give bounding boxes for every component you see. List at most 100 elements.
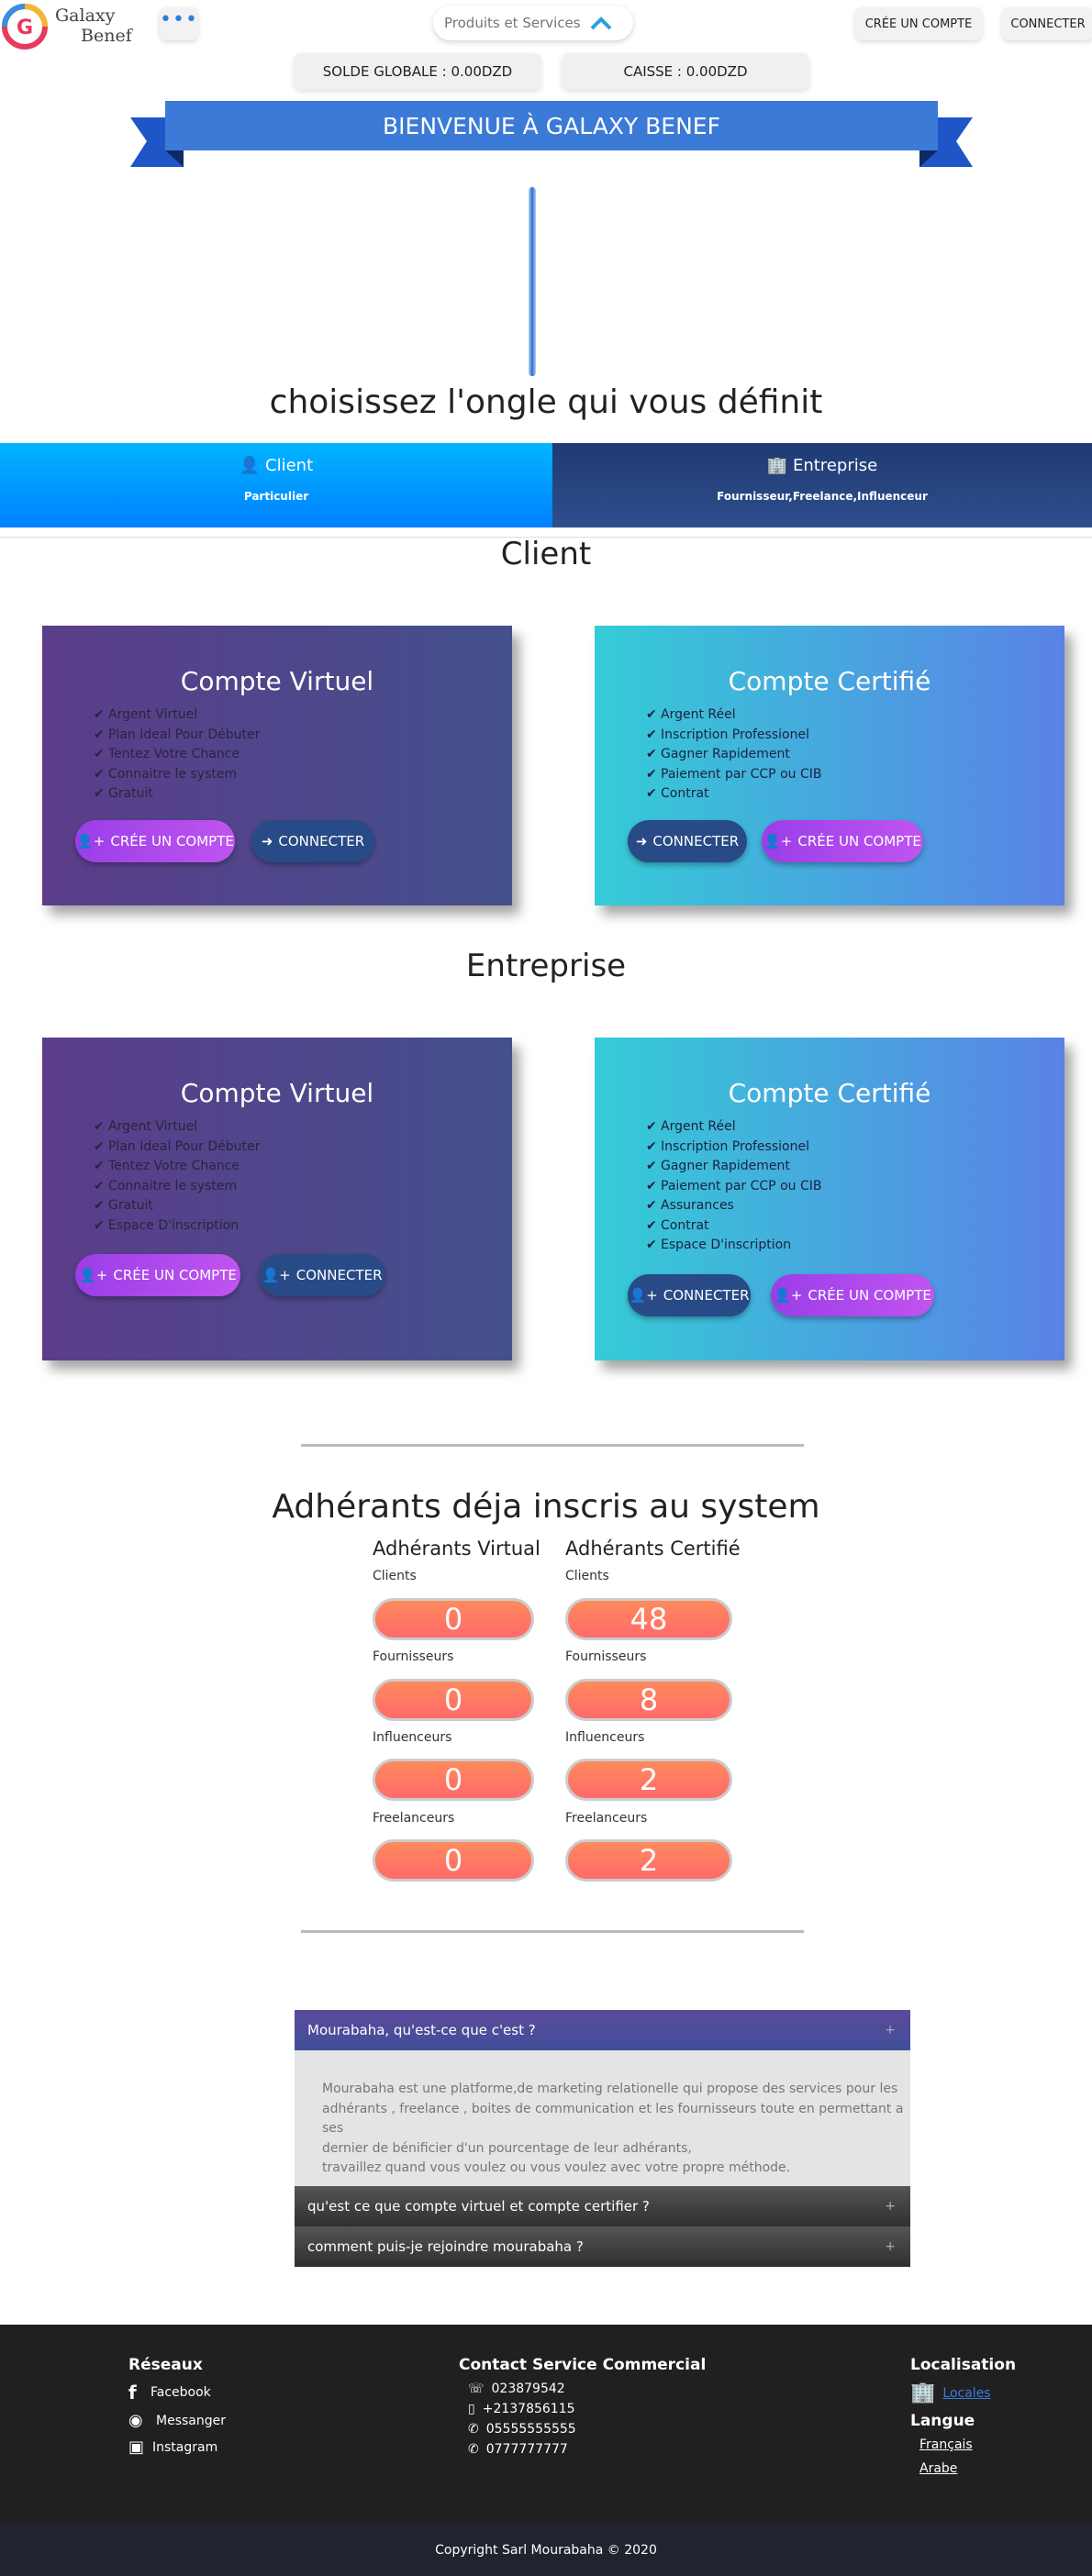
tab-client[interactable]: 👤 Client Particulier <box>0 443 552 527</box>
feature-list: ✔ Argent Virtuel ✔ Plan Ideal Pour Débuter… <box>94 705 512 805</box>
certified-column-title: Adhérants Certifié <box>565 1538 741 1560</box>
list-item: ✔ Tentez Votre Chance <box>94 1157 512 1177</box>
stat-label: Clients <box>565 1569 609 1583</box>
tab-entreprise[interactable]: 🏢 Entreprise Fournisseur,Freelance,Influ… <box>552 443 1092 527</box>
search-bar[interactable] <box>433 6 633 40</box>
instagram-link[interactable]: ▣ Instagram <box>128 2437 226 2457</box>
user-plus-icon: 👤+ <box>262 1267 291 1283</box>
check-icon: ✔ <box>94 766 105 782</box>
plus-icon: + <box>885 2023 896 2037</box>
create-account-button[interactable]: 👤+ CRÉE UN COMPTE <box>75 820 235 862</box>
search-input[interactable] <box>444 15 582 31</box>
list-item: ✔ Inscription Professionel <box>646 726 1064 746</box>
list-item: ✔ Plan Ideal Pour Débuter <box>94 726 512 746</box>
card-entreprise-virtual: Compte Virtuel ✔ Argent Virtuel ✔ Plan Ide… <box>42 1038 512 1360</box>
plus-icon: + <box>885 2239 896 2254</box>
logo[interactable]: G <box>0 2 50 51</box>
svg-text:G: G <box>17 17 33 39</box>
stat-label: Freelanceurs <box>565 1811 648 1826</box>
stat-label: Influenceurs <box>373 1730 452 1745</box>
chevron-up-icon[interactable] <box>589 15 613 31</box>
stat-label: Freelanceurs <box>373 1811 455 1826</box>
check-icon: ✔ <box>94 1119 105 1134</box>
card-client-certified: Compte Certifié ✔ Argent Réel ✔ Inscriptio… <box>595 626 1064 905</box>
fax-icon: ☏ <box>468 2382 485 2396</box>
check-icon: ✔ <box>94 786 105 801</box>
brand-name: Galaxy Benef <box>55 6 132 46</box>
list-item: ✔ Plan Ideal Pour Débuter <box>94 1138 512 1158</box>
create-account-button[interactable]: 👤+ CRÉE UN COMPTE <box>75 1254 240 1296</box>
faq-item-2-header[interactable]: qu'est ce que compte virtuel et compte c… <box>295 2186 910 2226</box>
check-icon: ✔ <box>646 1238 657 1252</box>
user-icon: 👤 <box>239 456 261 475</box>
list-item: ✔ Gagner Rapidement <box>646 745 1064 765</box>
list-item: ✔ Paiement par CCP ou CIB <box>646 1177 1064 1197</box>
feature-list: ✔ Argent Réel ✔ Inscription Professionel ✔… <box>646 1117 1064 1256</box>
virtual-freelancers-count: 0 <box>373 1839 534 1882</box>
list-item: ✔ Argent Virtuel <box>94 705 512 726</box>
divider <box>301 1444 804 1447</box>
user-plus-icon: 👤+ <box>76 833 106 849</box>
check-icon: ✔ <box>646 786 657 801</box>
feature-list: ✔ Argent Réel ✔ Inscription Professionel ✔… <box>646 705 1064 805</box>
faq-item-3-header[interactable]: comment puis-je rejoindre mourabaha ? + <box>295 2226 910 2267</box>
virtual-clients-count: 0 <box>373 1598 534 1640</box>
facebook-link[interactable]: f Facebook <box>128 2382 226 2404</box>
check-icon: ✔ <box>646 707 657 722</box>
check-icon: ✔ <box>94 707 105 722</box>
create-account-button[interactable]: 👤+ CRÉE UN COMPTE <box>762 820 923 862</box>
certified-clients-count: 48 <box>565 1598 732 1640</box>
check-icon: ✔ <box>646 1198 657 1213</box>
section-title-client: Client <box>500 536 592 572</box>
user-plus-icon: 👤+ <box>79 1267 108 1283</box>
footer: Réseaux f Facebook ◉ Messanger ▣ Instagram … <box>0 2325 1092 2525</box>
connect-button[interactable]: 👤+ CONNECTER <box>628 1274 751 1316</box>
list-item: ✔ Paiement par CCP ou CIB <box>646 765 1064 785</box>
check-icon: ✔ <box>94 1217 105 1233</box>
check-icon: ✔ <box>646 766 657 782</box>
connect-button[interactable]: ➜ CONNECTER <box>251 820 374 862</box>
mobile-icon: ▯ <box>468 2402 475 2416</box>
messenger-link[interactable]: ◉ Messanger <box>128 2411 226 2430</box>
list-item: ✔ Connaitre le system <box>94 765 512 785</box>
check-icon: ✔ <box>94 1138 105 1154</box>
lang-fr-link[interactable]: Français <box>919 2437 1016 2452</box>
lang-ar-link[interactable]: Arabe <box>919 2461 1016 2476</box>
check-icon: ✔ <box>646 1119 657 1134</box>
footer-location: Localisation 🏢 Locales Langue Français Ar… <box>910 2356 1017 2476</box>
feature-list: ✔ Argent Virtuel ✔ Plan Ideal Pour Débuter… <box>94 1117 512 1236</box>
whatsapp-item: ✆ 05555555555 <box>468 2422 576 2437</box>
locales-link[interactable]: 🏢 Locales <box>910 2382 1016 2404</box>
stat-label: Clients <box>373 1569 417 1583</box>
global-balance: SOLDE GLOBALE : 0.00DZD <box>294 53 541 90</box>
facebook-icon: f <box>128 2382 137 2404</box>
user-plus-icon: 👤+ <box>629 1287 658 1304</box>
mobile-item: ▯ +2137856115 <box>468 2402 575 2416</box>
stat-label: Fournisseurs <box>373 1649 454 1664</box>
faq-item-1-header[interactable]: Mourabaha, qu'est-ce que c'est ? + <box>295 2010 910 2050</box>
viber-item: ✆ 0777777777 <box>468 2442 568 2457</box>
virtual-column-title: Adhérants Virtual <box>373 1538 540 1560</box>
list-item: ✔ Tentez Votre Chance <box>94 745 512 765</box>
divider <box>301 1930 804 1933</box>
sign-in-icon: ➜ <box>635 833 648 849</box>
section-title-entreprise: Entreprise <box>465 948 627 984</box>
sign-in-icon: ➜ <box>261 833 273 849</box>
check-icon: ✔ <box>94 1198 105 1213</box>
instagram-icon: ▣ <box>128 2437 145 2457</box>
messenger-icon: ◉ <box>128 2411 143 2430</box>
connect-button[interactable]: ➜ CONNECTER <box>628 820 747 862</box>
create-account-button[interactable]: CRÉE UN COMPTE <box>855 7 982 40</box>
menu-button[interactable]: ••• <box>160 7 198 40</box>
check-icon: ✔ <box>646 1217 657 1233</box>
list-item: ✔ Argent Virtuel <box>94 1117 512 1138</box>
connect-button[interactable]: CONNECTER <box>1002 7 1092 40</box>
welcome-banner: BIENVENUE À GALAXY BENEF <box>165 101 938 150</box>
check-icon: ✔ <box>646 1159 657 1173</box>
choose-title: choisissez l'ongle qui vous définit <box>269 383 823 421</box>
check-icon: ✔ <box>646 1138 657 1154</box>
list-item: ✔ Assurances <box>646 1196 1064 1216</box>
building-icon: 🏢 <box>766 456 788 475</box>
create-account-button[interactable]: 👤+ CRÉE UN COMPTE <box>771 1274 934 1316</box>
connect-button[interactable]: 👤+ CONNECTER <box>259 1254 385 1296</box>
